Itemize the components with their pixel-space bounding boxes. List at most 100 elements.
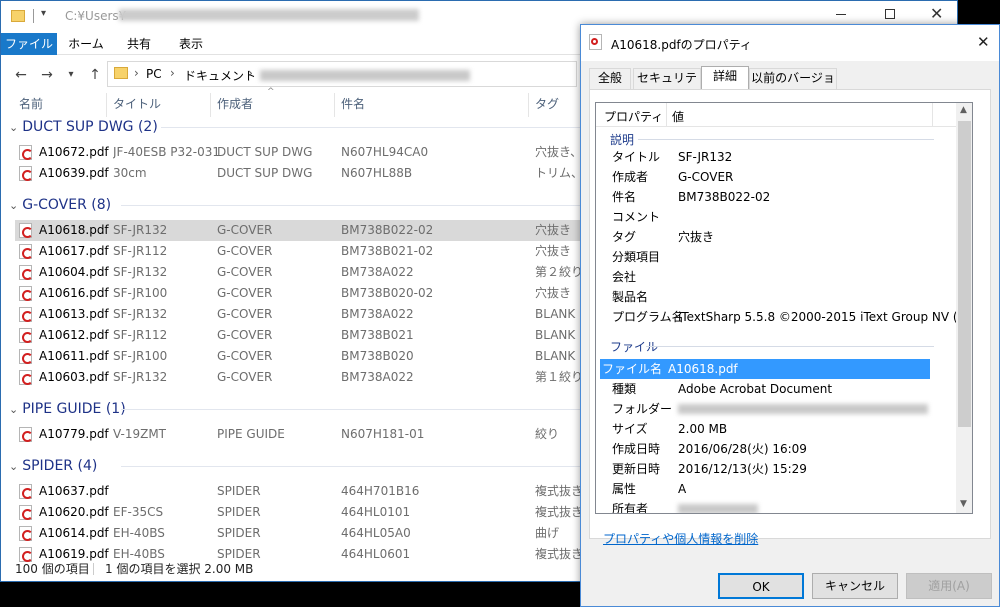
property-name: タイトル [612, 150, 661, 164]
address-bar[interactable]: › PC › ドキュメント › [107, 61, 577, 87]
tab-file[interactable]: ファイル [1, 33, 57, 55]
property-row[interactable]: フォルダー [596, 399, 956, 419]
minimize-icon[interactable] [836, 14, 846, 15]
property-row[interactable]: 属性 A [596, 479, 956, 499]
column-subject[interactable]: 件名 [335, 93, 529, 117]
forward-arrow-icon[interactable]: → [37, 65, 57, 85]
property-name: 作成日時 [612, 442, 661, 456]
file-author: SPIDER [217, 505, 261, 519]
scrollbar[interactable]: ▲ ▼ [956, 103, 972, 513]
up-arrow-icon[interactable]: ↑ [85, 65, 105, 85]
group-header[interactable]: ⌄ DUCT SUP DWG (2) [9, 117, 158, 137]
pdf-file-icon [19, 526, 33, 541]
pdf-file-icon [19, 505, 33, 520]
tab-share[interactable]: 共有 [113, 33, 165, 55]
property-row[interactable]: 作成者 G-COVER [596, 167, 956, 187]
property-name: プログラム名 [612, 310, 684, 324]
group-header[interactable]: ⌄ G-COVER (8) [9, 195, 111, 215]
file-row[interactable]: A10603.pdf SF-JR132 G-COVER BM738A022 第１絞り [15, 367, 585, 388]
header-divider [666, 103, 667, 127]
property-row[interactable]: 会社 [596, 267, 956, 287]
property-row[interactable]: タグ 穴抜き [596, 227, 956, 247]
file-name: A10616.pdf [39, 286, 109, 300]
property-row[interactable]: 更新日時 2016/12/13(火) 15:29 [596, 459, 956, 479]
group-header[interactable]: ⌄ SPIDER (4) [9, 456, 97, 476]
property-name: 種類 [612, 382, 637, 396]
property-row[interactable]: 製品名 [596, 287, 956, 307]
file-row[interactable]: A10611.pdf SF-JR100 G-COVER BM738B020 BLANK [15, 346, 585, 367]
chevron-down-icon[interactable]: ⌄ [9, 121, 18, 134]
column-title[interactable]: タイトル [107, 93, 211, 117]
property-row[interactable]: 作成日時 2016/06/28(火) 16:09 [596, 439, 956, 459]
file-row[interactable]: A10618.pdf SF-JR132 G-COVER BM738B022-02 穴抜き [15, 220, 585, 241]
file-title: SF-JR112 [113, 244, 168, 258]
property-name: 会社 [612, 270, 637, 284]
property-value: SF-JR132 [678, 150, 733, 164]
file-row[interactable]: A10614.pdf EH-40BS SPIDER 464HL05A0 曲げ [15, 523, 585, 544]
property-row[interactable]: 分類項目 [596, 247, 956, 267]
property-row[interactable]: プログラム名 iTextSharp 5.5.8 ©2000-2015 iText … [596, 307, 972, 327]
tab-general[interactable]: 全般 [589, 68, 631, 89]
tab-security[interactable]: セキュリティ [633, 68, 701, 104]
ok-button[interactable]: OK [718, 573, 804, 599]
property-row[interactable]: コメント [596, 207, 956, 227]
group-header[interactable]: ⌄ PIPE GUIDE (1) [9, 399, 126, 419]
chevron-down-icon[interactable]: ⌄ [9, 403, 18, 416]
pdf-file-icon [19, 223, 33, 238]
property-row[interactable]: タイトル SF-JR132 [596, 147, 956, 167]
file-row[interactable]: A10616.pdf SF-JR100 G-COVER BM738B020-02 穴抜き [15, 283, 585, 304]
tab-details[interactable]: 詳細 [701, 66, 749, 90]
property-value: G-COVER [678, 170, 734, 184]
breadcrumb-documents[interactable]: ドキュメント [184, 67, 256, 84]
property-name: 作成者 [612, 170, 649, 184]
file-row[interactable]: A10617.pdf SF-JR112 G-COVER BM738B021-02 穴抜き [15, 241, 585, 262]
cancel-button[interactable]: キャンセル [812, 573, 898, 599]
file-row[interactable]: A10672.pdf JF-40ESB P32-031 DUCT SUP DWG N6… [15, 142, 585, 163]
chevron-down-icon[interactable]: ▾ [41, 8, 46, 19]
header-property[interactable]: プロパティ [604, 108, 663, 125]
file-row[interactable]: A10620.pdf EF-35CS SPIDER 464HL0101 複式抜き [15, 502, 585, 523]
file-row[interactable]: A10637.pdf SPIDER 464H701B16 複式抜き [15, 481, 585, 502]
property-row[interactable]: 種類 Adobe Acrobat Document [596, 379, 956, 399]
property-row[interactable]: 所有者 [596, 499, 956, 513]
file-name: A10614.pdf [39, 526, 109, 540]
file-row[interactable]: A10639.pdf 30cm DUCT SUP DWG N607HL88B トリム、穴 [15, 163, 585, 184]
remove-properties-link[interactable]: プロパティや個人情報を削除 [603, 530, 758, 547]
property-row[interactable]: サイズ 2.00 MB [596, 419, 956, 439]
file-row[interactable]: A10779.pdf V-19ZMT PIPE GUIDE N607H181-01 絞り [15, 424, 585, 445]
recent-chevron-icon[interactable]: ▾ [61, 65, 81, 85]
column-name[interactable]: 名前 [13, 93, 107, 117]
close-icon[interactable]: ✕ [977, 33, 990, 51]
property-row[interactable]: 件名 BM738B022-02 [596, 187, 956, 207]
properties-dialog: A10618.pdfのプロパティ ✕ 全般 セキュリティ 詳細 以前のバージョン… [580, 24, 1000, 607]
tab-view[interactable]: 表示 [165, 33, 217, 55]
folder-icon [11, 10, 25, 22]
scroll-thumb[interactable] [958, 121, 971, 427]
window-path: C:¥Users¥ [65, 9, 127, 23]
file-subject: BM738B020-02 [341, 286, 434, 300]
scroll-up-icon[interactable]: ▲ [960, 105, 967, 115]
pdf-file-icon [19, 244, 33, 259]
tab-home[interactable]: ホーム [59, 33, 113, 55]
section-divider [638, 139, 934, 140]
file-tags: 曲げ [535, 526, 560, 540]
file-title: SF-JR132 [113, 265, 168, 279]
file-title: SF-JR100 [113, 286, 168, 300]
close-icon[interactable]: ✕ [930, 4, 943, 23]
property-list[interactable]: プロパティ 値 説明 タイトル SF-JR132 作成者 G-COVER 件名 BM738… [595, 102, 973, 514]
property-row[interactable]: ファイル名 A10618.pdf [600, 359, 930, 379]
file-row[interactable]: A10612.pdf SF-JR112 G-COVER BM738B021 BLANK [15, 325, 585, 346]
back-arrow-icon[interactable]: ← [11, 65, 31, 85]
maximize-icon[interactable] [885, 9, 895, 19]
file-title: SF-JR112 [113, 328, 168, 342]
tab-previous-versions[interactable]: 以前のバージョン [749, 68, 837, 104]
apply-button[interactable]: 適用(A) [906, 573, 992, 599]
scroll-down-icon[interactable]: ▼ [960, 499, 967, 509]
file-row[interactable]: A10613.pdf SF-JR132 G-COVER BM738A022 BLANK [15, 304, 585, 325]
chevron-down-icon[interactable]: ⌄ [9, 199, 18, 212]
chevron-down-icon[interactable]: ⌄ [9, 460, 18, 473]
breadcrumb-pc[interactable]: PC [146, 67, 162, 81]
group-divider [161, 127, 581, 128]
file-row[interactable]: A10604.pdf SF-JR132 G-COVER BM738A022 第２絞り [15, 262, 585, 283]
header-value[interactable]: 値 [672, 108, 684, 125]
